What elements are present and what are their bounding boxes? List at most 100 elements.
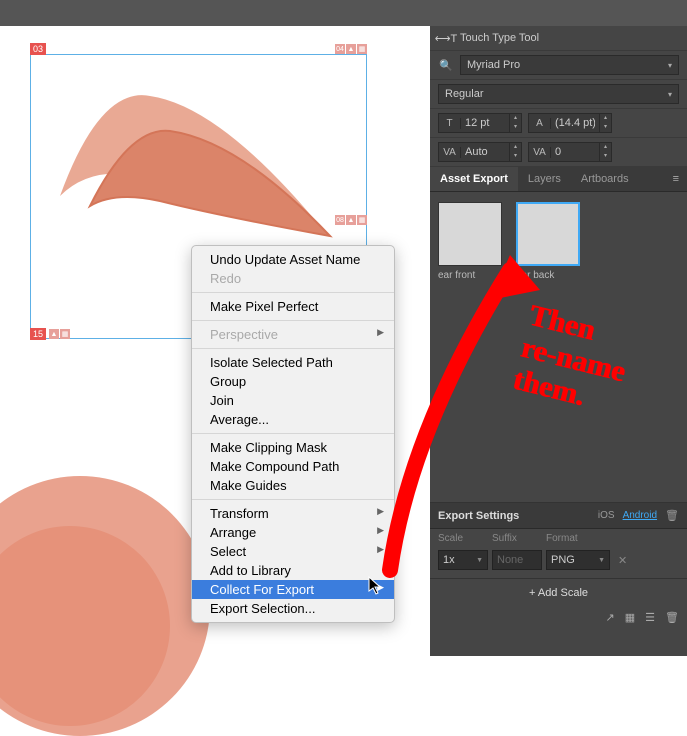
tab-artboards[interactable]: Artboards <box>571 167 639 191</box>
menu-compound-path[interactable]: Make Compound Path <box>192 457 394 476</box>
size-leading-row: T ▴▾ A ▴▾ <box>430 109 687 138</box>
step-up-icon[interactable]: ▴ <box>599 114 611 123</box>
font-family-dropdown[interactable]: Myriad Pro ▾ <box>460 55 679 75</box>
font-style-row: Regular ▾ <box>430 80 687 109</box>
kerning-field[interactable] <box>461 146 509 158</box>
panel-footer-icons: ↗ ▦ ☰ 🗑 <box>430 607 687 628</box>
export-settings-section: Export Settings iOS Android 🗑 Scale Suff… <box>430 502 687 628</box>
asset-thumbnail[interactable] <box>438 202 502 266</box>
menu-separator <box>192 348 394 349</box>
artboard-number-label: 03 <box>30 43 46 55</box>
artboard-number-label: 15 <box>30 328 46 340</box>
leading-field[interactable] <box>551 117 599 129</box>
kerning-input[interactable]: VA ▴▾ <box>438 142 522 162</box>
format-value: PNG <box>551 554 575 566</box>
format-dropdown[interactable]: PNG ▼ <box>546 550 610 570</box>
tab-layers[interactable]: Layers <box>518 167 571 191</box>
suffix-input[interactable]: None <box>492 550 542 570</box>
artboard-grid-icon: ▦ <box>357 44 367 54</box>
tracking-field[interactable] <box>551 146 599 158</box>
touch-type-icon: ⟷T <box>438 30 454 46</box>
step-up-icon[interactable]: ▴ <box>599 143 611 152</box>
leading-icon: A <box>529 118 551 129</box>
font-size-field[interactable] <box>461 117 509 129</box>
asset-thumbnail[interactable] <box>516 202 580 266</box>
list-view-icon[interactable]: ☰ <box>645 611 655 624</box>
trash-icon[interactable]: 🗑 <box>665 611 679 624</box>
menu-clipping-mask[interactable]: Make Clipping Mask <box>192 438 394 457</box>
export-settings-header: Export Settings iOS Android 🗑 <box>430 503 687 529</box>
menu-export-selection[interactable]: Export Selection... <box>192 599 394 618</box>
menu-select[interactable]: Select <box>192 542 394 561</box>
kerning-icon: VA <box>439 147 461 158</box>
menu-isolate[interactable]: Isolate Selected Path <box>192 353 394 372</box>
add-scale-button[interactable]: + Add Scale <box>430 579 687 607</box>
tracking-icon: VA <box>529 147 551 158</box>
asset-label[interactable]: ear back <box>516 270 580 281</box>
font-style-value: Regular <box>445 88 484 100</box>
menu-undo[interactable]: Undo Update Asset Name <box>192 250 394 269</box>
export-icon[interactable]: ↗ <box>606 611 615 624</box>
menu-add-library[interactable]: Add to Library <box>192 561 394 580</box>
step-down-icon[interactable]: ▾ <box>509 152 521 161</box>
asset-label[interactable]: ear front <box>438 270 502 281</box>
step-up-icon[interactable]: ▴ <box>509 114 521 123</box>
artboard-top-icons: 04 ▲ ▦ <box>335 44 367 54</box>
asset-grid[interactable]: ear front ear back <box>430 192 687 502</box>
tab-asset-export[interactable]: Asset Export <box>430 167 518 191</box>
export-column-headers: Scale Suffix Format <box>430 529 687 548</box>
chevron-down-icon: ▾ <box>668 90 672 99</box>
menu-perspective: Perspective <box>192 325 394 344</box>
artboard-image-icon: ▲ <box>49 329 59 339</box>
menu-join[interactable]: Join <box>192 391 394 410</box>
artboard-bot-icons: ▲ ▦ <box>49 329 70 339</box>
artboard-num-icon: 04 <box>335 44 345 54</box>
artboard-image-icon: ▲ <box>346 44 356 54</box>
panel-tabs: Asset Export Layers Artboards ≡ <box>430 167 687 192</box>
font-size-input[interactable]: T ▴▾ <box>438 113 522 133</box>
step-down-icon[interactable]: ▾ <box>599 152 611 161</box>
font-style-dropdown[interactable]: Regular ▾ <box>438 84 679 104</box>
context-menu: Undo Update Asset Name Redo Make Pixel P… <box>191 245 395 623</box>
menu-transform[interactable]: Transform <box>192 504 394 523</box>
menu-collect-export[interactable]: Collect For Export <box>192 580 394 599</box>
ios-preset-button[interactable]: iOS <box>598 510 615 521</box>
col-suffix-label: Suffix <box>492 533 542 544</box>
font-family-value: Myriad Pro <box>467 59 520 71</box>
menu-separator <box>192 320 394 321</box>
grid-view-icon[interactable]: ▦ <box>625 611 635 624</box>
tracking-input[interactable]: VA ▴▾ <box>528 142 612 162</box>
menu-average[interactable]: Average... <box>192 410 394 429</box>
properties-panel: ⟷T Touch Type Tool 🔍 Myriad Pro ▾ Regula… <box>430 0 687 656</box>
suffix-value: None <box>497 554 523 566</box>
search-icon[interactable]: 🔍 <box>438 57 454 73</box>
step-down-icon[interactable]: ▾ <box>599 123 611 132</box>
menu-make-guides[interactable]: Make Guides <box>192 476 394 495</box>
panel-topstrip <box>430 0 687 26</box>
font-size-icon: T <box>439 118 461 129</box>
artboard-grid-icon: ▦ <box>60 329 70 339</box>
panel-menu-icon[interactable]: ≡ <box>665 173 687 185</box>
menu-redo: Redo <box>192 269 394 288</box>
scale-value: 1x <box>443 554 455 566</box>
chevron-down-icon: ▼ <box>598 557 605 564</box>
step-up-icon[interactable]: ▴ <box>509 143 521 152</box>
menu-pixel-perfect[interactable]: Make Pixel Perfect <box>192 297 394 316</box>
trash-icon[interactable]: 🗑 <box>665 509 679 522</box>
export-scale-row: 1x ▼ None PNG ▼ ✕ <box>430 548 687 579</box>
menu-separator <box>192 499 394 500</box>
android-preset-button[interactable]: Android <box>623 510 657 521</box>
scale-dropdown[interactable]: 1x ▼ <box>438 550 488 570</box>
leading-input[interactable]: A ▴▾ <box>528 113 612 133</box>
chevron-down-icon: ▼ <box>476 557 483 564</box>
export-settings-title: Export Settings <box>438 510 519 522</box>
vector-ear-shape[interactable] <box>40 76 340 246</box>
asset-item[interactable]: ear front <box>438 202 502 492</box>
remove-row-icon[interactable]: ✕ <box>618 554 627 567</box>
menu-arrange[interactable]: Arrange <box>192 523 394 542</box>
asset-item[interactable]: ear back <box>516 202 580 492</box>
touch-type-label: Touch Type Tool <box>460 32 539 44</box>
menu-group[interactable]: Group <box>192 372 394 391</box>
touch-type-row: ⟷T Touch Type Tool <box>430 26 687 51</box>
step-down-icon[interactable]: ▾ <box>509 123 521 132</box>
